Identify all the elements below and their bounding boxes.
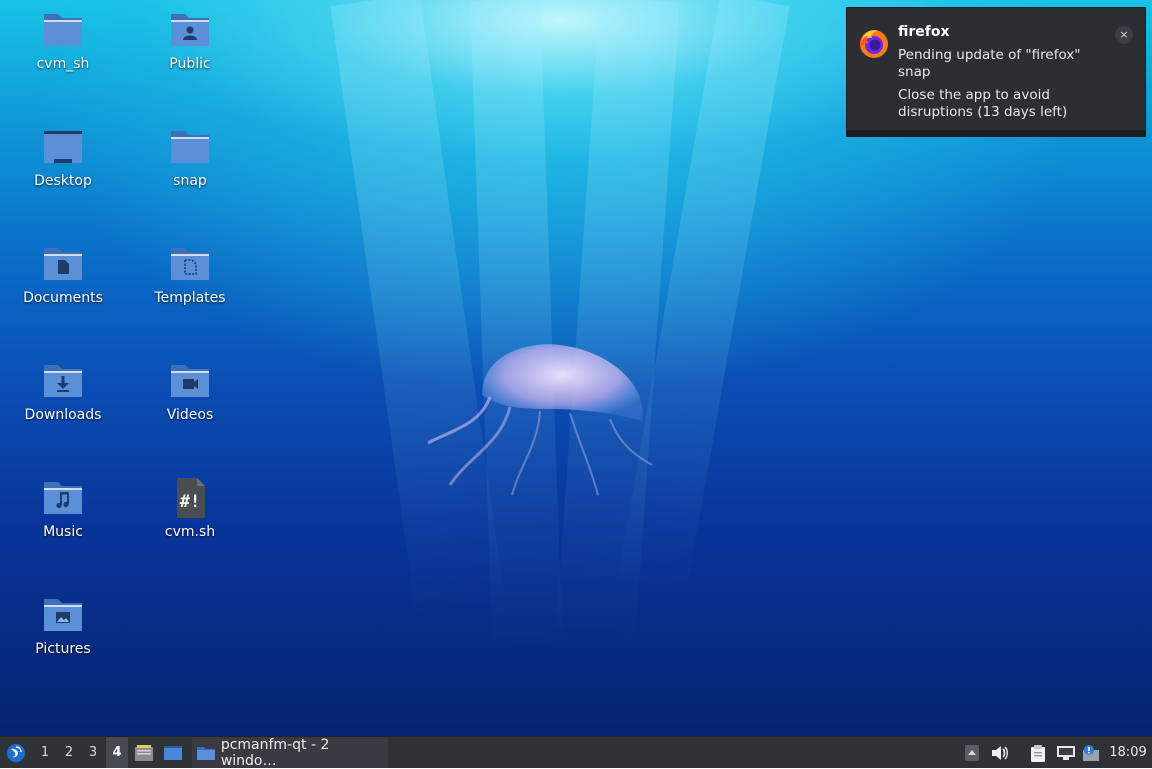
desktop-icon-pictures[interactable]: Pictures: [13, 585, 113, 675]
workspace-3[interactable]: 3: [82, 737, 104, 768]
desktop-icon-public[interactable]: Public: [140, 0, 240, 90]
main-menu-button[interactable]: [3, 737, 29, 768]
tray-expand-button[interactable]: [962, 737, 982, 768]
task-button-label: pcmanfm-qt - 2 windo…: [220, 736, 330, 769]
firefox-icon: [860, 30, 888, 58]
icon-label: Desktop: [34, 173, 92, 189]
workspace-1[interactable]: 1: [34, 737, 56, 768]
tray-expand-icon: [965, 744, 979, 761]
clock[interactable]: 18:09: [1106, 737, 1150, 768]
show-desktop-icon: [164, 745, 182, 760]
folder-videos-icon: [171, 365, 209, 397]
clipboard-button[interactable]: [1027, 737, 1049, 768]
svg-text:#!: #!: [180, 492, 200, 512]
icon-label: cvm_sh: [36, 56, 90, 72]
icon-label: Videos: [166, 407, 214, 423]
jellyfish-image: [427, 344, 653, 496]
desktop-icon-downloads[interactable]: Downloads: [13, 351, 113, 441]
icon-label: Downloads: [24, 407, 102, 423]
desktop-icon-templates[interactable]: Templates: [140, 234, 240, 324]
file-manager-icon: [135, 744, 153, 761]
icon-label: snap: [173, 173, 207, 189]
notification-detail: Close the app to avoid disruptions (13 d…: [898, 87, 1068, 120]
update-notifier-icon: [1083, 744, 1099, 761]
folder-icon: [44, 14, 82, 46]
folder-templates-icon: [171, 248, 209, 280]
update-notifier-button[interactable]: [1080, 737, 1102, 768]
workspace-4[interactable]: 4: [106, 737, 128, 768]
desktop-icon-cvm_sh[interactable]: cvm_sh: [13, 0, 113, 90]
workspace-2[interactable]: 2: [58, 737, 80, 768]
folder-music-icon: [44, 482, 82, 514]
icon-label: Documents: [23, 290, 103, 306]
lubuntu-menu-icon: [7, 743, 25, 762]
volume-icon: [992, 745, 1008, 760]
folder-documents-icon: [44, 248, 82, 280]
notification-footer-bar: [847, 130, 1145, 136]
network-icon: [1057, 745, 1075, 760]
folder-icon: [171, 131, 209, 163]
notification-title: firefox: [898, 24, 950, 40]
icon-label: Public: [169, 56, 211, 72]
network-button[interactable]: [1054, 737, 1078, 768]
quicklaunch-show-desktop[interactable]: [160, 737, 186, 768]
folder-icon: [196, 746, 215, 760]
icon-label: Templates: [154, 290, 226, 306]
desktop-icon-music[interactable]: Music: [13, 468, 113, 558]
shell-script-icon: #!: [177, 478, 205, 518]
desktop-icon-desktop[interactable]: Desktop: [13, 117, 113, 207]
desktop-icon-cvm-sh-script[interactable]: #! cvm.sh: [140, 468, 240, 558]
folder-desktop-icon: [44, 131, 82, 163]
quicklaunch-file-manager[interactable]: [131, 737, 157, 768]
desktop-icon-snap[interactable]: snap: [140, 117, 240, 207]
icon-label: Music: [43, 524, 83, 540]
close-icon[interactable]: ×: [1115, 26, 1133, 44]
desktop-icon-documents[interactable]: Documents: [13, 234, 113, 324]
folder-downloads-icon: [44, 365, 82, 397]
notification-popup[interactable]: firefox Pending update of "firefox" snap…: [846, 7, 1146, 137]
volume-button[interactable]: [989, 737, 1011, 768]
clipboard-icon: [1031, 744, 1045, 762]
task-button-pcmanfm-qt[interactable]: pcmanfm-qt - 2 windo…: [192, 736, 388, 769]
folder-pictures-icon: [44, 599, 82, 631]
folder-public-icon: [171, 14, 209, 46]
icon-label: cvm.sh: [164, 524, 216, 540]
taskbar: 1 2 3 4 pcmanfm-qt - 2 windo… 18:09: [0, 736, 1152, 769]
notification-message: Pending update of "firefox" snap: [898, 47, 1081, 80]
desktop-icon-videos[interactable]: Videos: [140, 351, 240, 441]
icon-label: Pictures: [35, 641, 91, 657]
